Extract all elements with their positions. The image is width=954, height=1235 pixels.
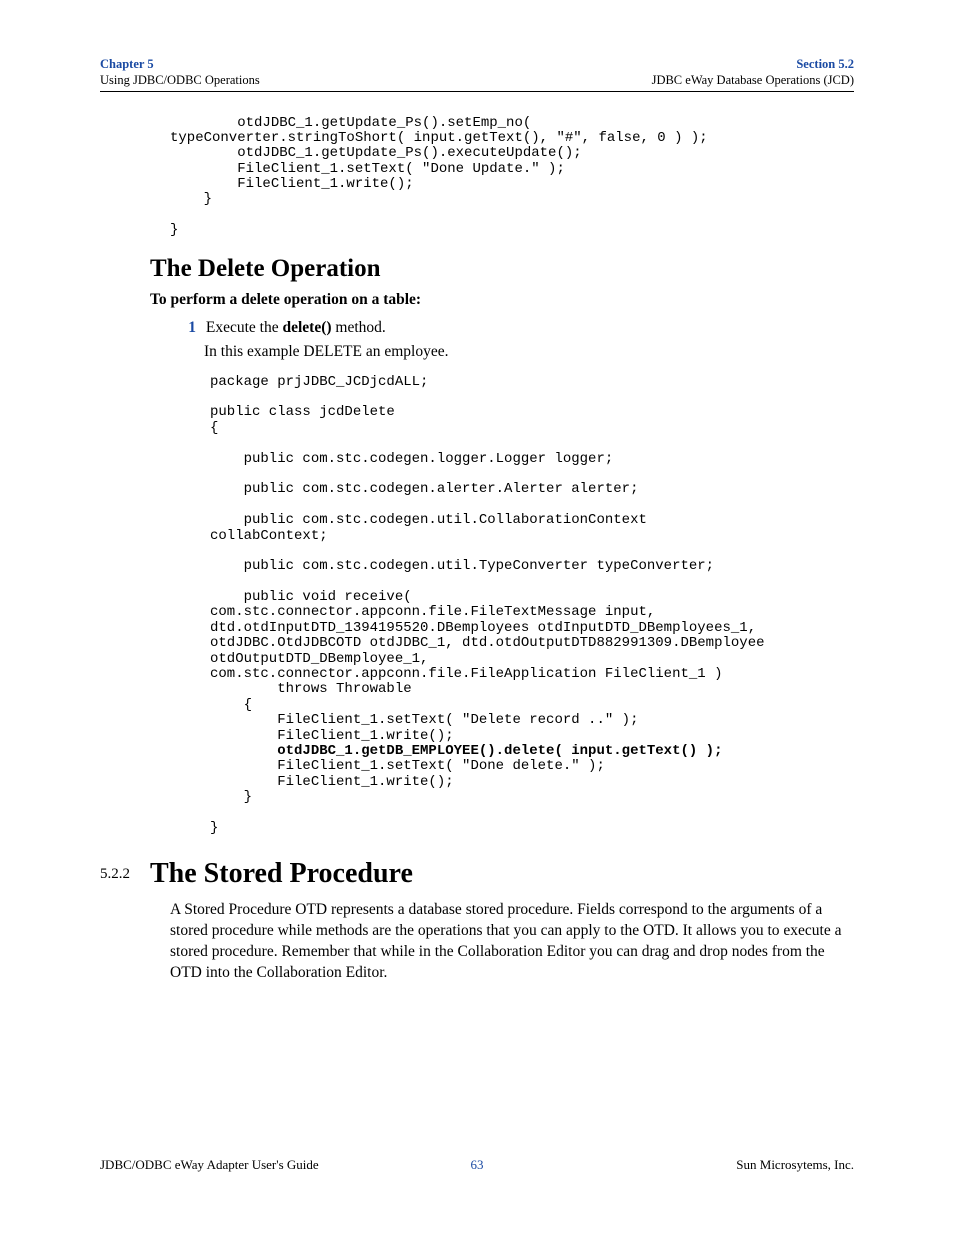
footer-left: JDBC/ODBC eWay Adapter User's Guide (100, 1157, 319, 1173)
footer-page-number: 63 (471, 1157, 484, 1173)
chapter-label: Chapter 5 (100, 56, 260, 72)
footer-right: Sun Microsytems, Inc. (736, 1157, 854, 1173)
heading-stored-procedure: 5.2.2The Stored Procedure (100, 858, 854, 890)
code-delete: package prjJDBC_JCDjcdALL; public class … (210, 375, 854, 837)
section-label: Section 5.2 (652, 56, 854, 72)
code-update-tail: otdJDBC_1.getUpdate_Ps().setEmp_no( type… (170, 116, 854, 239)
header-right: Section 5.2 JDBC eWay Database Operation… (652, 56, 854, 89)
header-left: Chapter 5 Using JDBC/ODBC Operations (100, 56, 260, 89)
step-number: 1 (180, 319, 196, 337)
step-subtext: In this example DELETE an employee. (204, 343, 854, 361)
chapter-subtitle: Using JDBC/ODBC Operations (100, 72, 260, 88)
section-subtitle: JDBC eWay Database Operations (JCD) (652, 72, 854, 88)
stored-procedure-paragraph: A Stored Procedure OTD represents a data… (170, 900, 854, 984)
heading-delete-operation: The Delete Operation (150, 255, 854, 283)
step-1: 1 Execute the delete() method. (180, 319, 854, 337)
section-number: 5.2.2 (100, 866, 150, 883)
page-header: Chapter 5 Using JDBC/ODBC Operations Sec… (100, 56, 854, 92)
heading-text: The Stored Procedure (150, 858, 413, 889)
page-footer: JDBC/ODBC eWay Adapter User's Guide 63 S… (100, 1157, 854, 1173)
step-text: Execute the delete() method. (206, 319, 386, 336)
delete-subtitle: To perform a delete operation on a table… (150, 291, 854, 309)
